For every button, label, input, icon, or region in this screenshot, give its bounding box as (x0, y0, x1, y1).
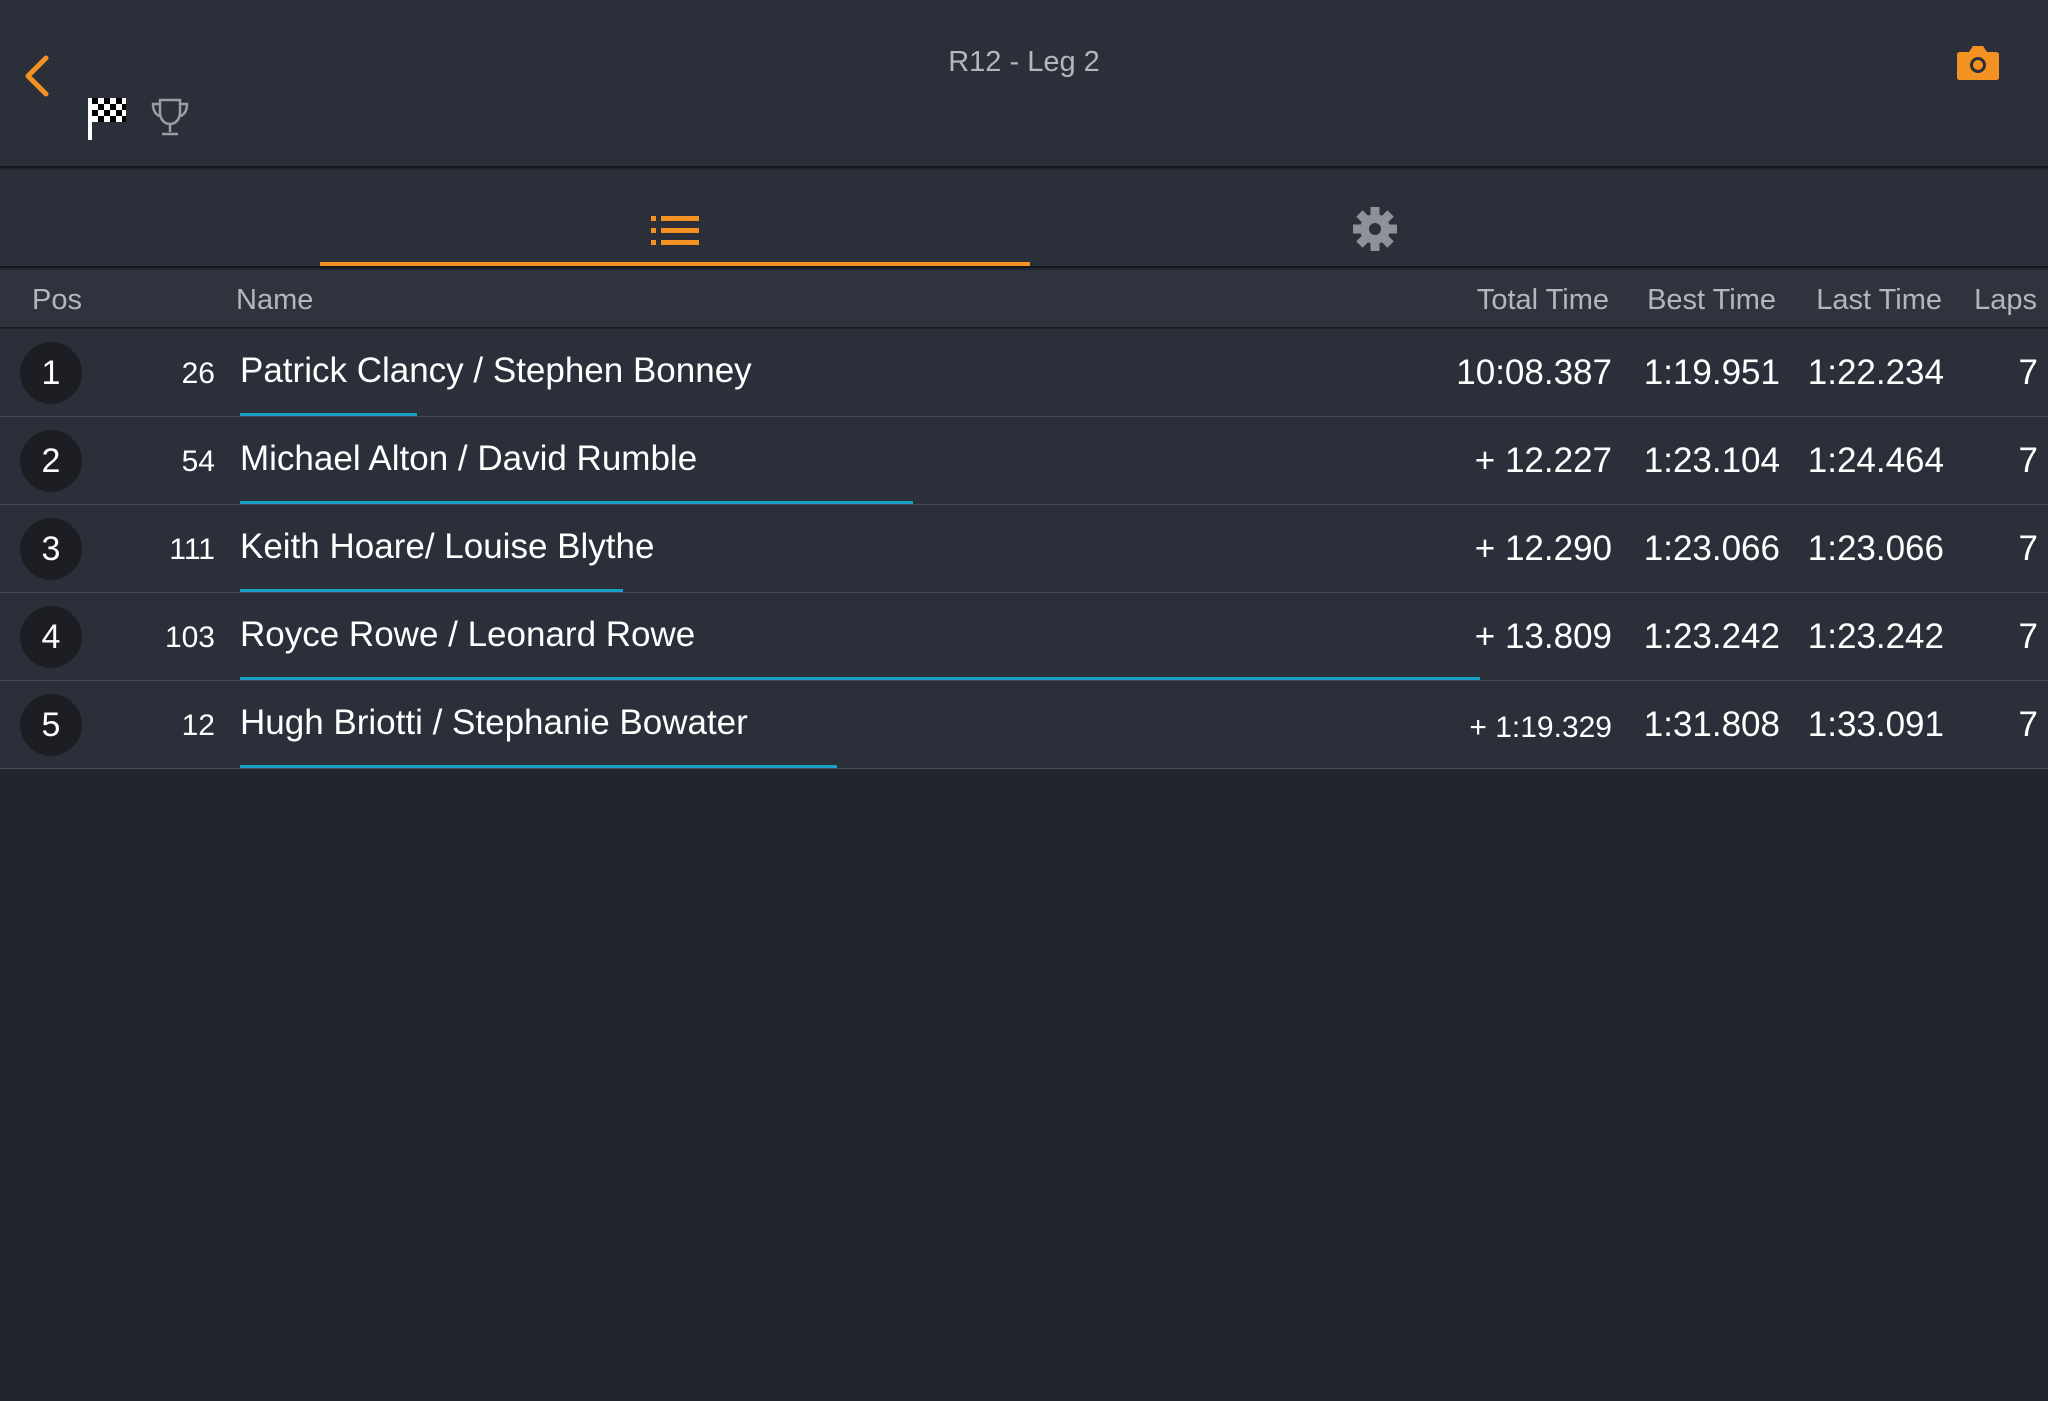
column-header-total-time: Total Time (1476, 284, 1609, 316)
laps: 7 (2018, 441, 2038, 480)
tab-results-list[interactable] (320, 170, 1030, 266)
laps: 7 (2018, 705, 2038, 744)
car-number: 54 (181, 445, 215, 478)
progress-bar (240, 413, 417, 416)
progress-bar (240, 589, 623, 592)
page-title: R12 - Leg 2 (948, 46, 1100, 78)
app-header: R12 - Leg 2 (0, 0, 2048, 168)
checkered-flag-icon (88, 98, 126, 140)
last-time: 1:22.234 (1807, 353, 1944, 392)
total-time: + 1:19.329 (1469, 711, 1612, 744)
progress-bar (240, 677, 1480, 680)
crew-name: Michael Alton / David Rumble (240, 439, 698, 478)
column-header-laps: Laps (1974, 284, 2037, 316)
best-time: 1:23.104 (1643, 441, 1780, 480)
tab-settings[interactable] (1030, 170, 1720, 266)
crew-name: Keith Hoare/ Louise Blythe (240, 527, 655, 566)
crew-name: Hugh Briotti / Stephanie Bowater (240, 703, 748, 742)
camera-button[interactable] (1956, 42, 2000, 82)
best-time: 1:19.951 (1643, 353, 1780, 392)
car-number: 103 (164, 621, 215, 654)
best-time: 1:23.242 (1643, 617, 1780, 656)
laps: 7 (2018, 529, 2038, 568)
total-time: + 13.809 (1474, 617, 1612, 656)
table-row[interactable]: 2 54 Michael Alton / David Rumble + 12.2… (0, 417, 2048, 505)
car-number: 26 (181, 357, 215, 390)
total-time: + 12.227 (1474, 441, 1612, 480)
progress-bar (240, 501, 913, 504)
camera-icon (1957, 46, 1999, 80)
last-time: 1:33.091 (1807, 705, 1944, 744)
position-badge: 5 (20, 694, 82, 756)
car-number: 111 (169, 533, 215, 566)
results-table-body: 1 26 Patrick Clancy / Stephen Bonney 10:… (0, 329, 2048, 769)
best-time: 1:23.066 (1643, 529, 1780, 568)
table-row[interactable]: 3 111 Keith Hoare/ Louise Blythe + 12.29… (0, 505, 2048, 593)
position-badge: 3 (20, 518, 82, 580)
laps: 7 (2018, 617, 2038, 656)
last-time: 1:23.066 (1807, 529, 1944, 568)
position-badge: 2 (20, 430, 82, 492)
position-badge: 4 (20, 606, 82, 668)
column-header-name: Name (236, 284, 314, 316)
crew-name: Royce Rowe / Leonard Rowe (240, 615, 696, 654)
crew-name: Patrick Clancy / Stephen Bonney (240, 351, 752, 390)
total-time: + 12.290 (1474, 529, 1612, 568)
table-row[interactable]: 1 26 Patrick Clancy / Stephen Bonney 10:… (0, 329, 2048, 417)
column-header-best-time: Best Time (1647, 284, 1776, 316)
tab-bar (0, 170, 2048, 268)
column-header-pos: Pos (32, 284, 82, 316)
list-icon (651, 216, 699, 245)
gear-icon (1353, 207, 1397, 251)
trophy-icon (151, 98, 189, 136)
car-number: 12 (181, 709, 215, 742)
position-badge: 1 (20, 342, 82, 404)
table-row[interactable]: 4 103 Royce Rowe / Leonard Rowe + 13.809… (0, 593, 2048, 681)
best-time: 1:31.808 (1643, 705, 1780, 744)
results-table-header: Pos Name Total Time Best Time Last Time … (0, 270, 2048, 328)
last-time: 1:24.464 (1807, 441, 1944, 480)
laps: 7 (2018, 353, 2038, 392)
total-time: 10:08.387 (1456, 353, 1612, 392)
progress-bar (240, 765, 837, 768)
last-time: 1:23.242 (1807, 617, 1944, 656)
column-header-last-time: Last Time (1816, 284, 1942, 316)
table-row[interactable]: 5 12 Hugh Briotti / Stephanie Bowater + … (0, 681, 2048, 769)
